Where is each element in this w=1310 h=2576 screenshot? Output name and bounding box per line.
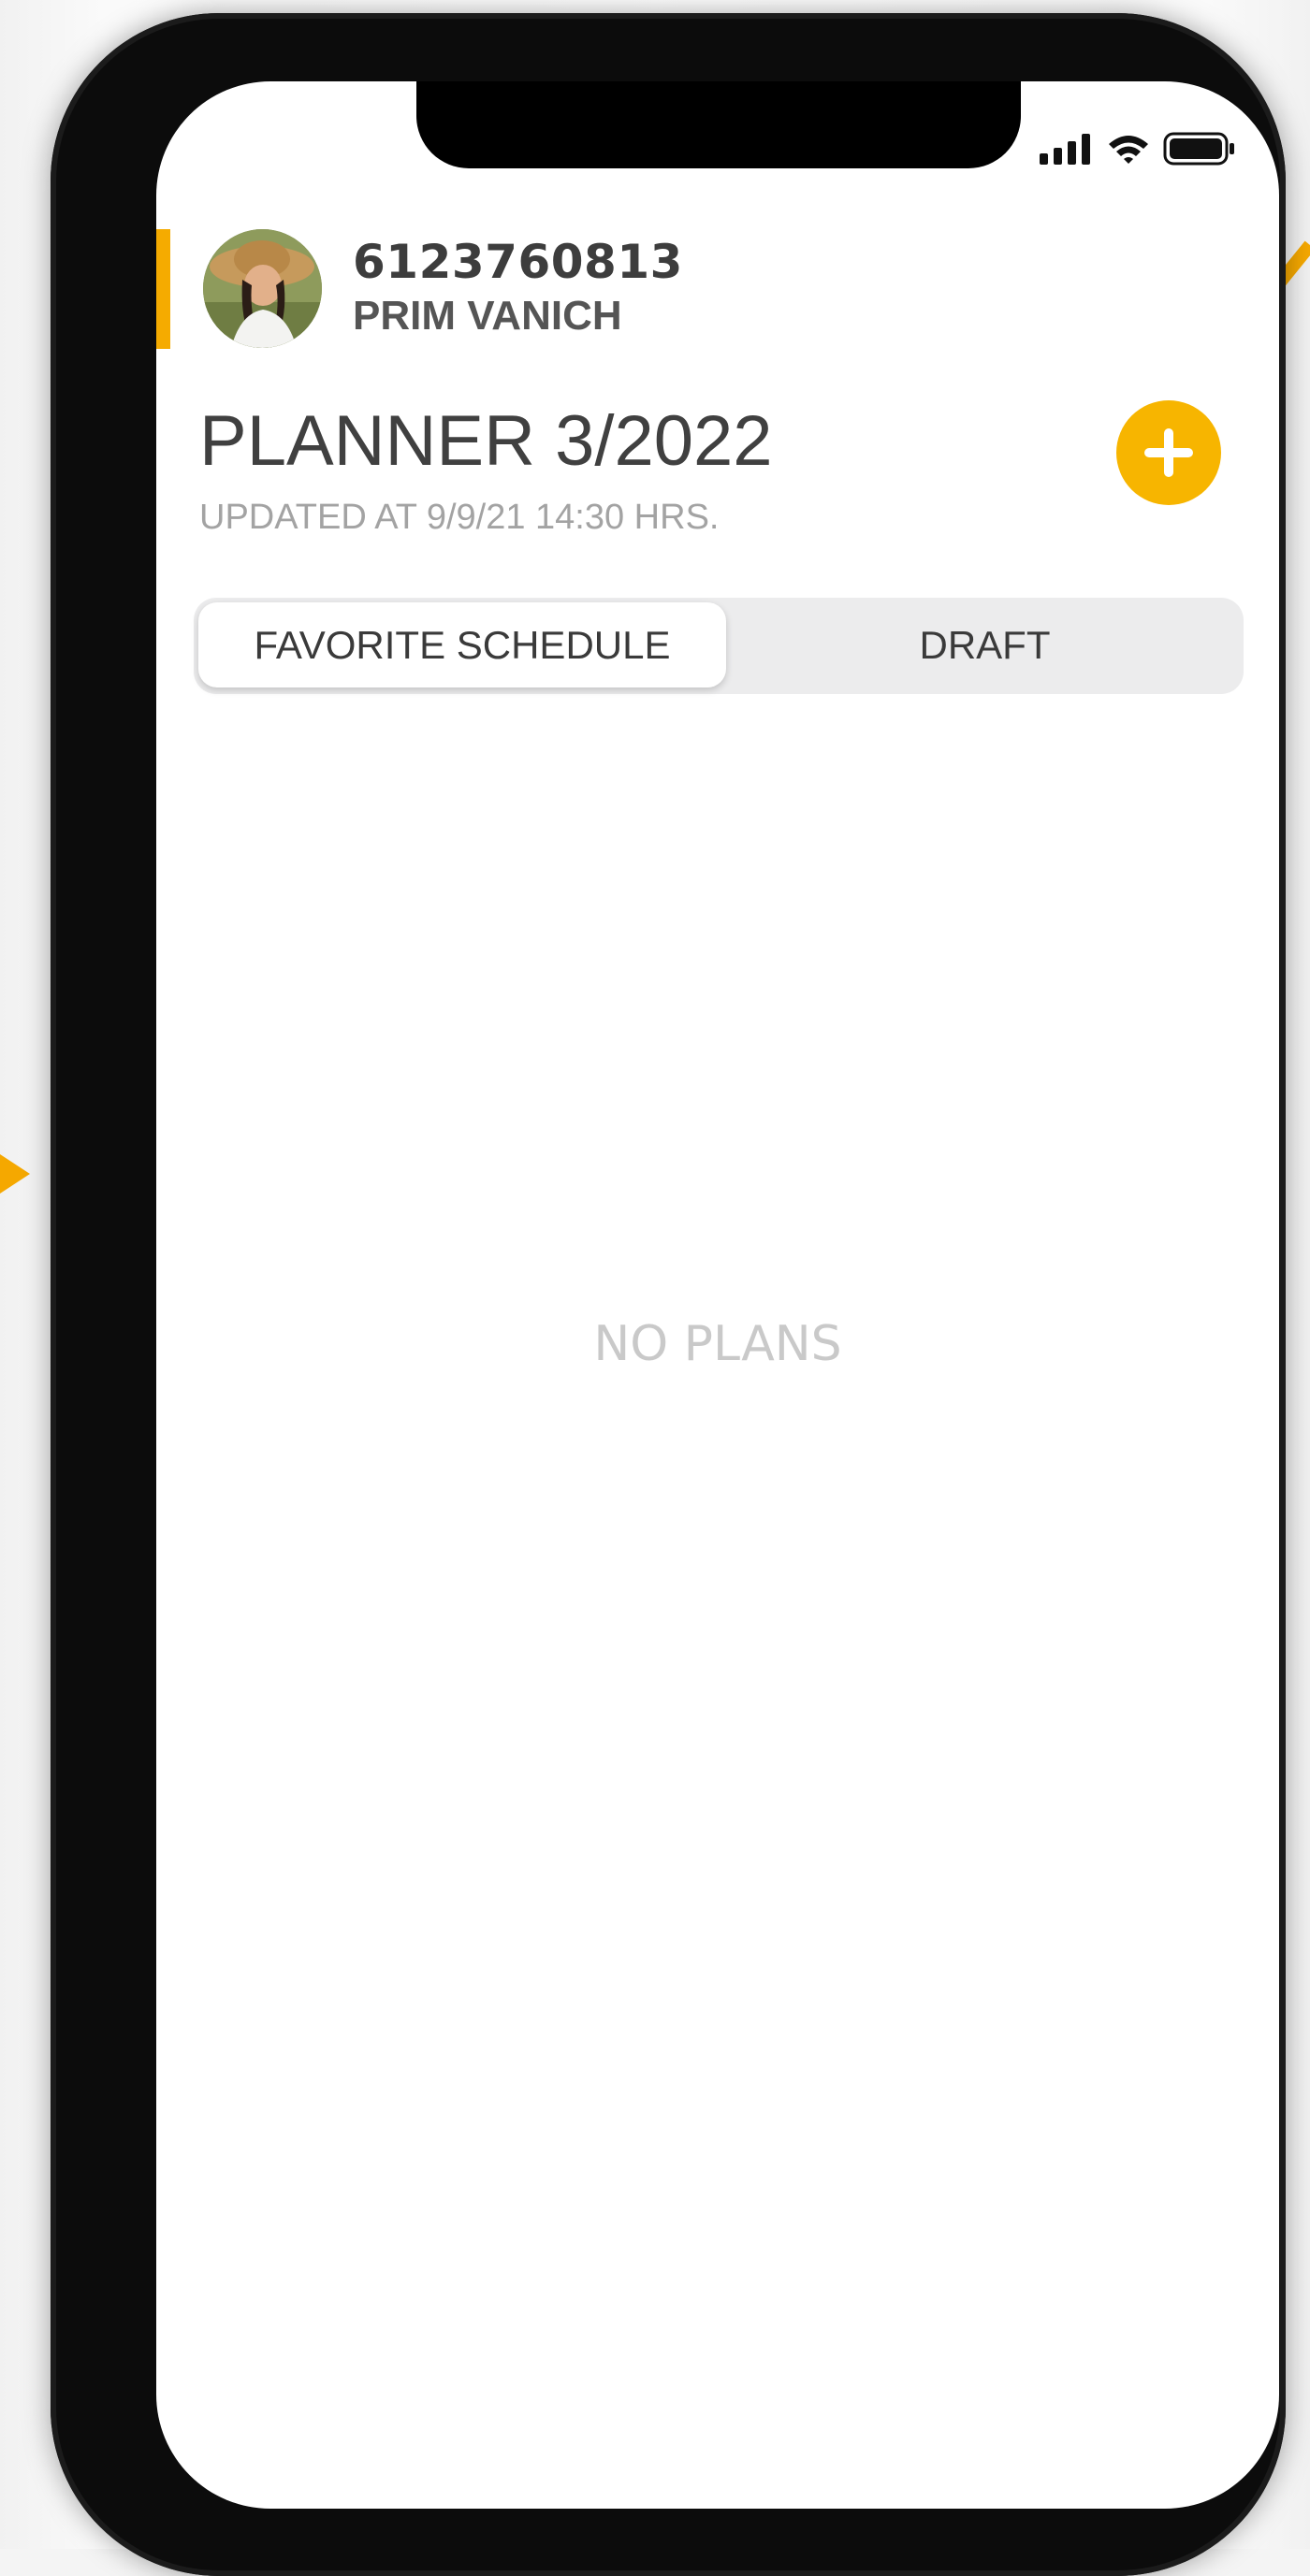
avatar[interactable] [203,229,322,348]
status-bar [1040,130,1236,167]
annotation-arrow-left-icon [0,1154,30,1194]
wifi-icon [1109,136,1148,164]
phone-screen: 6123760813 PRIM VANICH PLANNER 3/2022 UP… [156,81,1279,2509]
notch [416,81,1021,168]
empty-state-message: NO PLANS [593,1316,842,1372]
tab-draft[interactable]: DRAFT [731,602,1239,687]
schedule-tabs: FAVORITE SCHEDULE DRAFT [194,598,1244,694]
updated-timestamp: UPDATED AT 9/9/21 14:30 HRS. [199,498,720,537]
cellular-signal-icon [1040,134,1090,165]
add-plan-button[interactable] [1116,400,1221,505]
profile-accent-bar [156,229,170,349]
user-id: 6123760813 [353,235,683,289]
phone-frame: 6123760813 PRIM VANICH PLANNER 3/2022 UP… [51,13,1286,2576]
canvas: 6123760813 PRIM VANICH PLANNER 3/2022 UP… [0,0,1310,2576]
battery-icon [1163,132,1234,166]
page-title: PLANNER 3/2022 [199,401,773,481]
plus-icon [1144,428,1193,477]
user-name: PRIM VANICH [353,293,622,339]
tab-favorite-schedule[interactable]: FAVORITE SCHEDULE [198,602,726,687]
profile-header: 6123760813 PRIM VANICH [156,229,718,351]
